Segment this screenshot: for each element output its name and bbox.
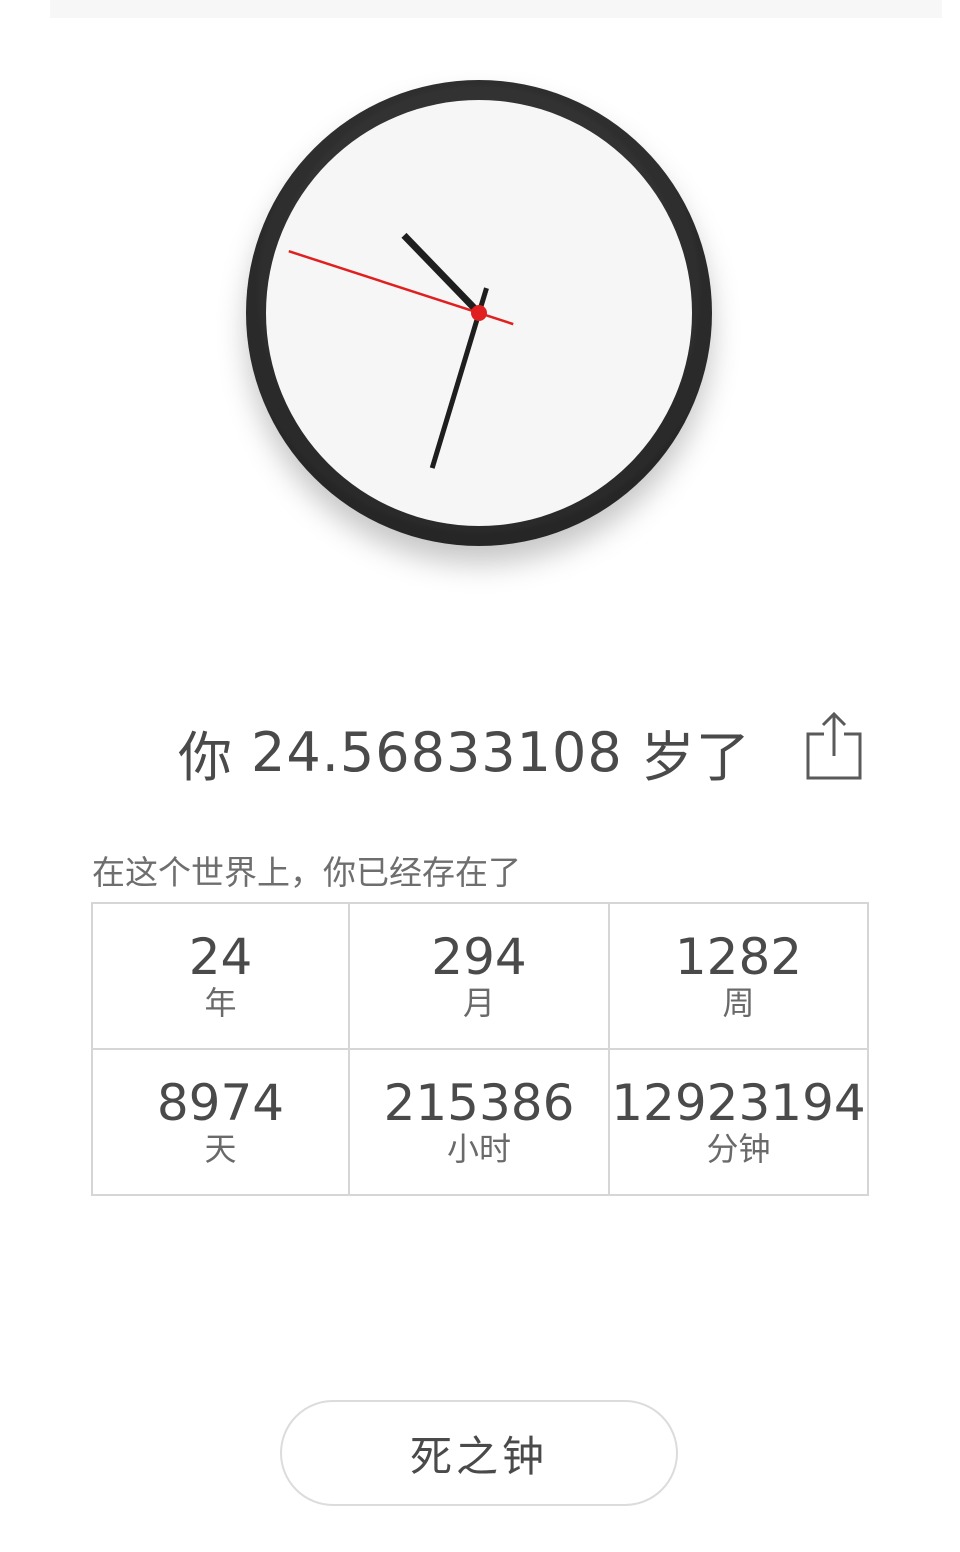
stat-value: 12923194 bbox=[611, 1074, 866, 1132]
stat-value: 24 bbox=[188, 928, 253, 986]
age-suffix: 岁了 bbox=[640, 725, 751, 789]
age-prefix: 你 bbox=[178, 725, 233, 789]
stat-unit: 天 bbox=[204, 1130, 237, 1168]
stat-days: 8974 天 bbox=[93, 1050, 350, 1194]
share-icon bbox=[806, 711, 862, 780]
existed-label: 在这个世界上，你已经存在了 bbox=[92, 853, 521, 892]
stat-unit: 小时 bbox=[446, 1130, 511, 1168]
stat-hours: 215386 小时 bbox=[350, 1050, 610, 1194]
stat-unit: 年 bbox=[204, 984, 237, 1022]
stat-months: 294 月 bbox=[350, 904, 610, 1050]
existence-stats-table: 24 年 294 月 1282 周 8974 天 215386 小时 12923… bbox=[91, 902, 869, 1196]
stat-minutes: 12923194 分钟 bbox=[610, 1050, 867, 1194]
age-display: 你 24.56833108 岁了 bbox=[178, 712, 751, 792]
share-button[interactable] bbox=[804, 710, 864, 784]
stat-value: 294 bbox=[431, 928, 527, 986]
stat-weeks: 1282 周 bbox=[610, 904, 867, 1050]
analog-clock bbox=[246, 80, 712, 546]
stat-unit: 周 bbox=[722, 984, 755, 1022]
death-clock-button[interactable]: 死之钟 bbox=[280, 1400, 678, 1506]
stat-unit: 分钟 bbox=[706, 1130, 771, 1168]
age-value: 24.56833108 bbox=[251, 720, 623, 784]
stat-value: 8974 bbox=[156, 1074, 285, 1132]
clock-svg bbox=[246, 80, 712, 546]
stat-value: 215386 bbox=[383, 1074, 575, 1132]
stat-value: 1282 bbox=[674, 928, 803, 986]
clock-center-dot bbox=[471, 305, 487, 321]
stat-unit: 月 bbox=[462, 984, 495, 1022]
stat-years: 24 年 bbox=[93, 904, 350, 1050]
death-clock-button-label: 死之钟 bbox=[409, 1431, 548, 1481]
top-strip bbox=[50, 0, 942, 18]
